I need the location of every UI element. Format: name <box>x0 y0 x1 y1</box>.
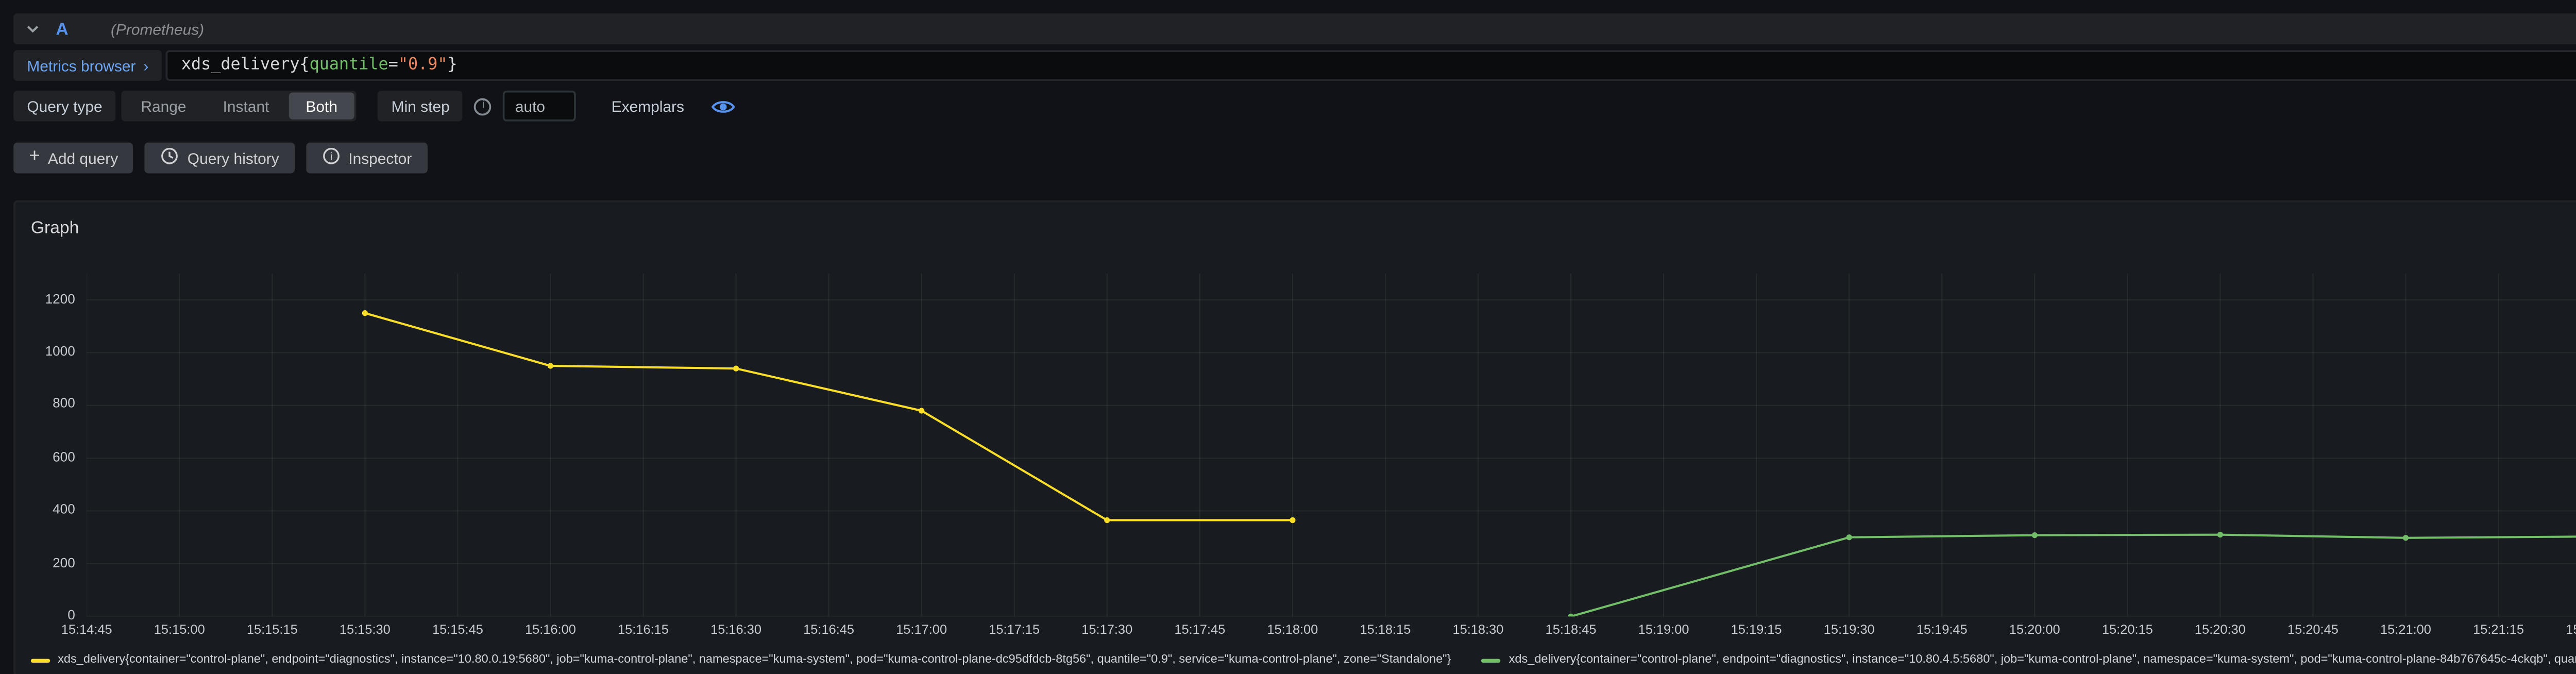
x-axis-tick: 15:16:30 <box>710 624 761 637</box>
x-axis-tick: 15:18:15 <box>1360 624 1411 637</box>
legend-series-marker <box>1482 658 1501 662</box>
query-type-instant[interactable]: Instant <box>206 92 286 119</box>
promql-label-token: quantile <box>310 56 388 75</box>
x-axis-tick: 15:16:00 <box>525 624 576 637</box>
x-axis-tick: 15:15:30 <box>340 624 391 637</box>
y-axis-tick: 0 <box>15 610 75 623</box>
x-axis-tick: 15:18:00 <box>1267 624 1318 637</box>
line-chart <box>87 274 2576 616</box>
chart-plot-area[interactable] <box>87 274 2576 616</box>
x-axis-tick: 15:19:30 <box>1824 624 1875 637</box>
y-axis-tick: 200 <box>15 557 75 570</box>
promql-close-token: } <box>448 56 457 75</box>
x-axis-tick: 15:17:00 <box>896 624 947 637</box>
chart-legend: xds_delivery{container="control-plane", … <box>31 653 2576 666</box>
inspector-button[interactable]: i Inspector <box>306 143 427 174</box>
min-step-label: Min step <box>378 91 463 122</box>
legend-series-label: xds_delivery{container="control-plane", … <box>58 653 1451 666</box>
x-axis-tick: 15:18:45 <box>1546 624 1597 637</box>
x-axis-tick: 15:20:30 <box>2195 624 2246 637</box>
history-clock-icon <box>160 146 179 170</box>
y-axis-tick: 800 <box>15 399 75 412</box>
add-query-label: Add query <box>48 149 118 167</box>
query-type-both[interactable]: Both <box>289 92 355 119</box>
inspector-info-icon: i <box>321 146 341 170</box>
legend-item[interactable]: xds_delivery{container="control-plane", … <box>31 653 1451 666</box>
min-step-input[interactable] <box>503 91 577 122</box>
promql-expression-input[interactable]: xds_delivery{quantile="0.9"} <box>166 50 2576 81</box>
inspector-label: Inspector <box>348 149 412 167</box>
query-history-label: Query history <box>188 149 279 167</box>
explore-actions-row: + Add query Query history i Inspector <box>13 143 2576 174</box>
grafana-explore-view: A (Prometheus) ? Metrics browser › <box>0 0 2576 674</box>
x-axis-tick: 15:16:45 <box>803 624 854 637</box>
y-axis-tick: 600 <box>15 451 75 465</box>
legend-series-marker <box>31 658 50 662</box>
x-axis-tick: 15:15:00 <box>154 624 205 637</box>
y-axis-tick: 1000 <box>15 346 75 359</box>
x-axis-tick: 15:21:00 <box>2380 624 2431 637</box>
info-icon: i <box>474 97 492 115</box>
query-ref-id[interactable]: A <box>56 19 68 38</box>
chevron-right-icon: › <box>143 57 148 74</box>
x-axis-tick: 15:15:45 <box>432 624 483 637</box>
promql-value-token: "0.9" <box>398 56 448 75</box>
x-axis-tick: 15:17:45 <box>1174 624 1225 637</box>
add-query-button[interactable]: + Add query <box>13 143 133 174</box>
exemplars-label: Exemplars <box>598 91 698 122</box>
query-options-row: Query type RangeInstantBoth Min step i E… <box>13 91 2576 122</box>
metrics-browser-button[interactable]: Metrics browser › <box>13 50 162 81</box>
promql-metric-token: xds_delivery{ <box>181 56 310 75</box>
x-axis-tick: 15:20:00 <box>2009 624 2060 637</box>
x-axis-tick: 15:19:15 <box>1731 624 1782 637</box>
x-axis-tick: 15:20:45 <box>2287 624 2338 637</box>
x-axis-tick: 15:20:15 <box>2102 624 2153 637</box>
query-expression-row: Metrics browser › xds_delivery{quantile=… <box>13 50 2576 81</box>
graph-panel: Graph LinesBarsPointsStacked linesStacke… <box>13 200 2576 674</box>
y-axis-tick: 400 <box>15 504 75 517</box>
promql-operator-token: = <box>388 56 398 75</box>
query-type-label: Query type <box>13 91 116 122</box>
datasource-label: (Prometheus) <box>111 20 204 38</box>
query-history-button[interactable]: Query history <box>145 143 295 174</box>
query-type-range[interactable]: Range <box>124 92 204 119</box>
query-row-header: A (Prometheus) ? <box>13 13 2576 44</box>
panel-title: Graph <box>31 217 79 237</box>
plus-icon: + <box>29 150 40 166</box>
exemplars-toggle-icon[interactable] <box>711 95 736 116</box>
collapse-query-icon[interactable] <box>25 21 41 37</box>
x-axis-tick: 15:14:45 <box>61 624 112 637</box>
x-axis-tick: 15:15:15 <box>247 624 298 637</box>
metrics-browser-label: Metrics browser <box>27 57 135 74</box>
query-type-group: RangeInstantBoth <box>122 91 357 122</box>
x-axis-tick: 15:18:30 <box>1452 624 1503 637</box>
x-axis-tick: 15:17:30 <box>1081 624 1132 637</box>
x-axis-tick: 15:16:15 <box>618 624 669 637</box>
graph-panel-header: Graph LinesBarsPointsStacked linesStacke… <box>15 203 2576 252</box>
legend-item[interactable]: xds_delivery{container="control-plane", … <box>1482 653 2576 666</box>
x-axis-tick: 15:21:15 <box>2473 624 2524 637</box>
x-axis-tick: 15:19:45 <box>1917 624 1968 637</box>
y-axis-tick: 1200 <box>15 293 75 307</box>
x-axis-tick: 15:21:30 <box>2566 624 2576 637</box>
x-axis-tick: 15:17:15 <box>989 624 1040 637</box>
svg-text:i: i <box>330 150 332 162</box>
x-axis-tick: 15:19:00 <box>1638 624 1689 637</box>
legend-series-label: xds_delivery{container="control-plane", … <box>1509 653 2576 666</box>
